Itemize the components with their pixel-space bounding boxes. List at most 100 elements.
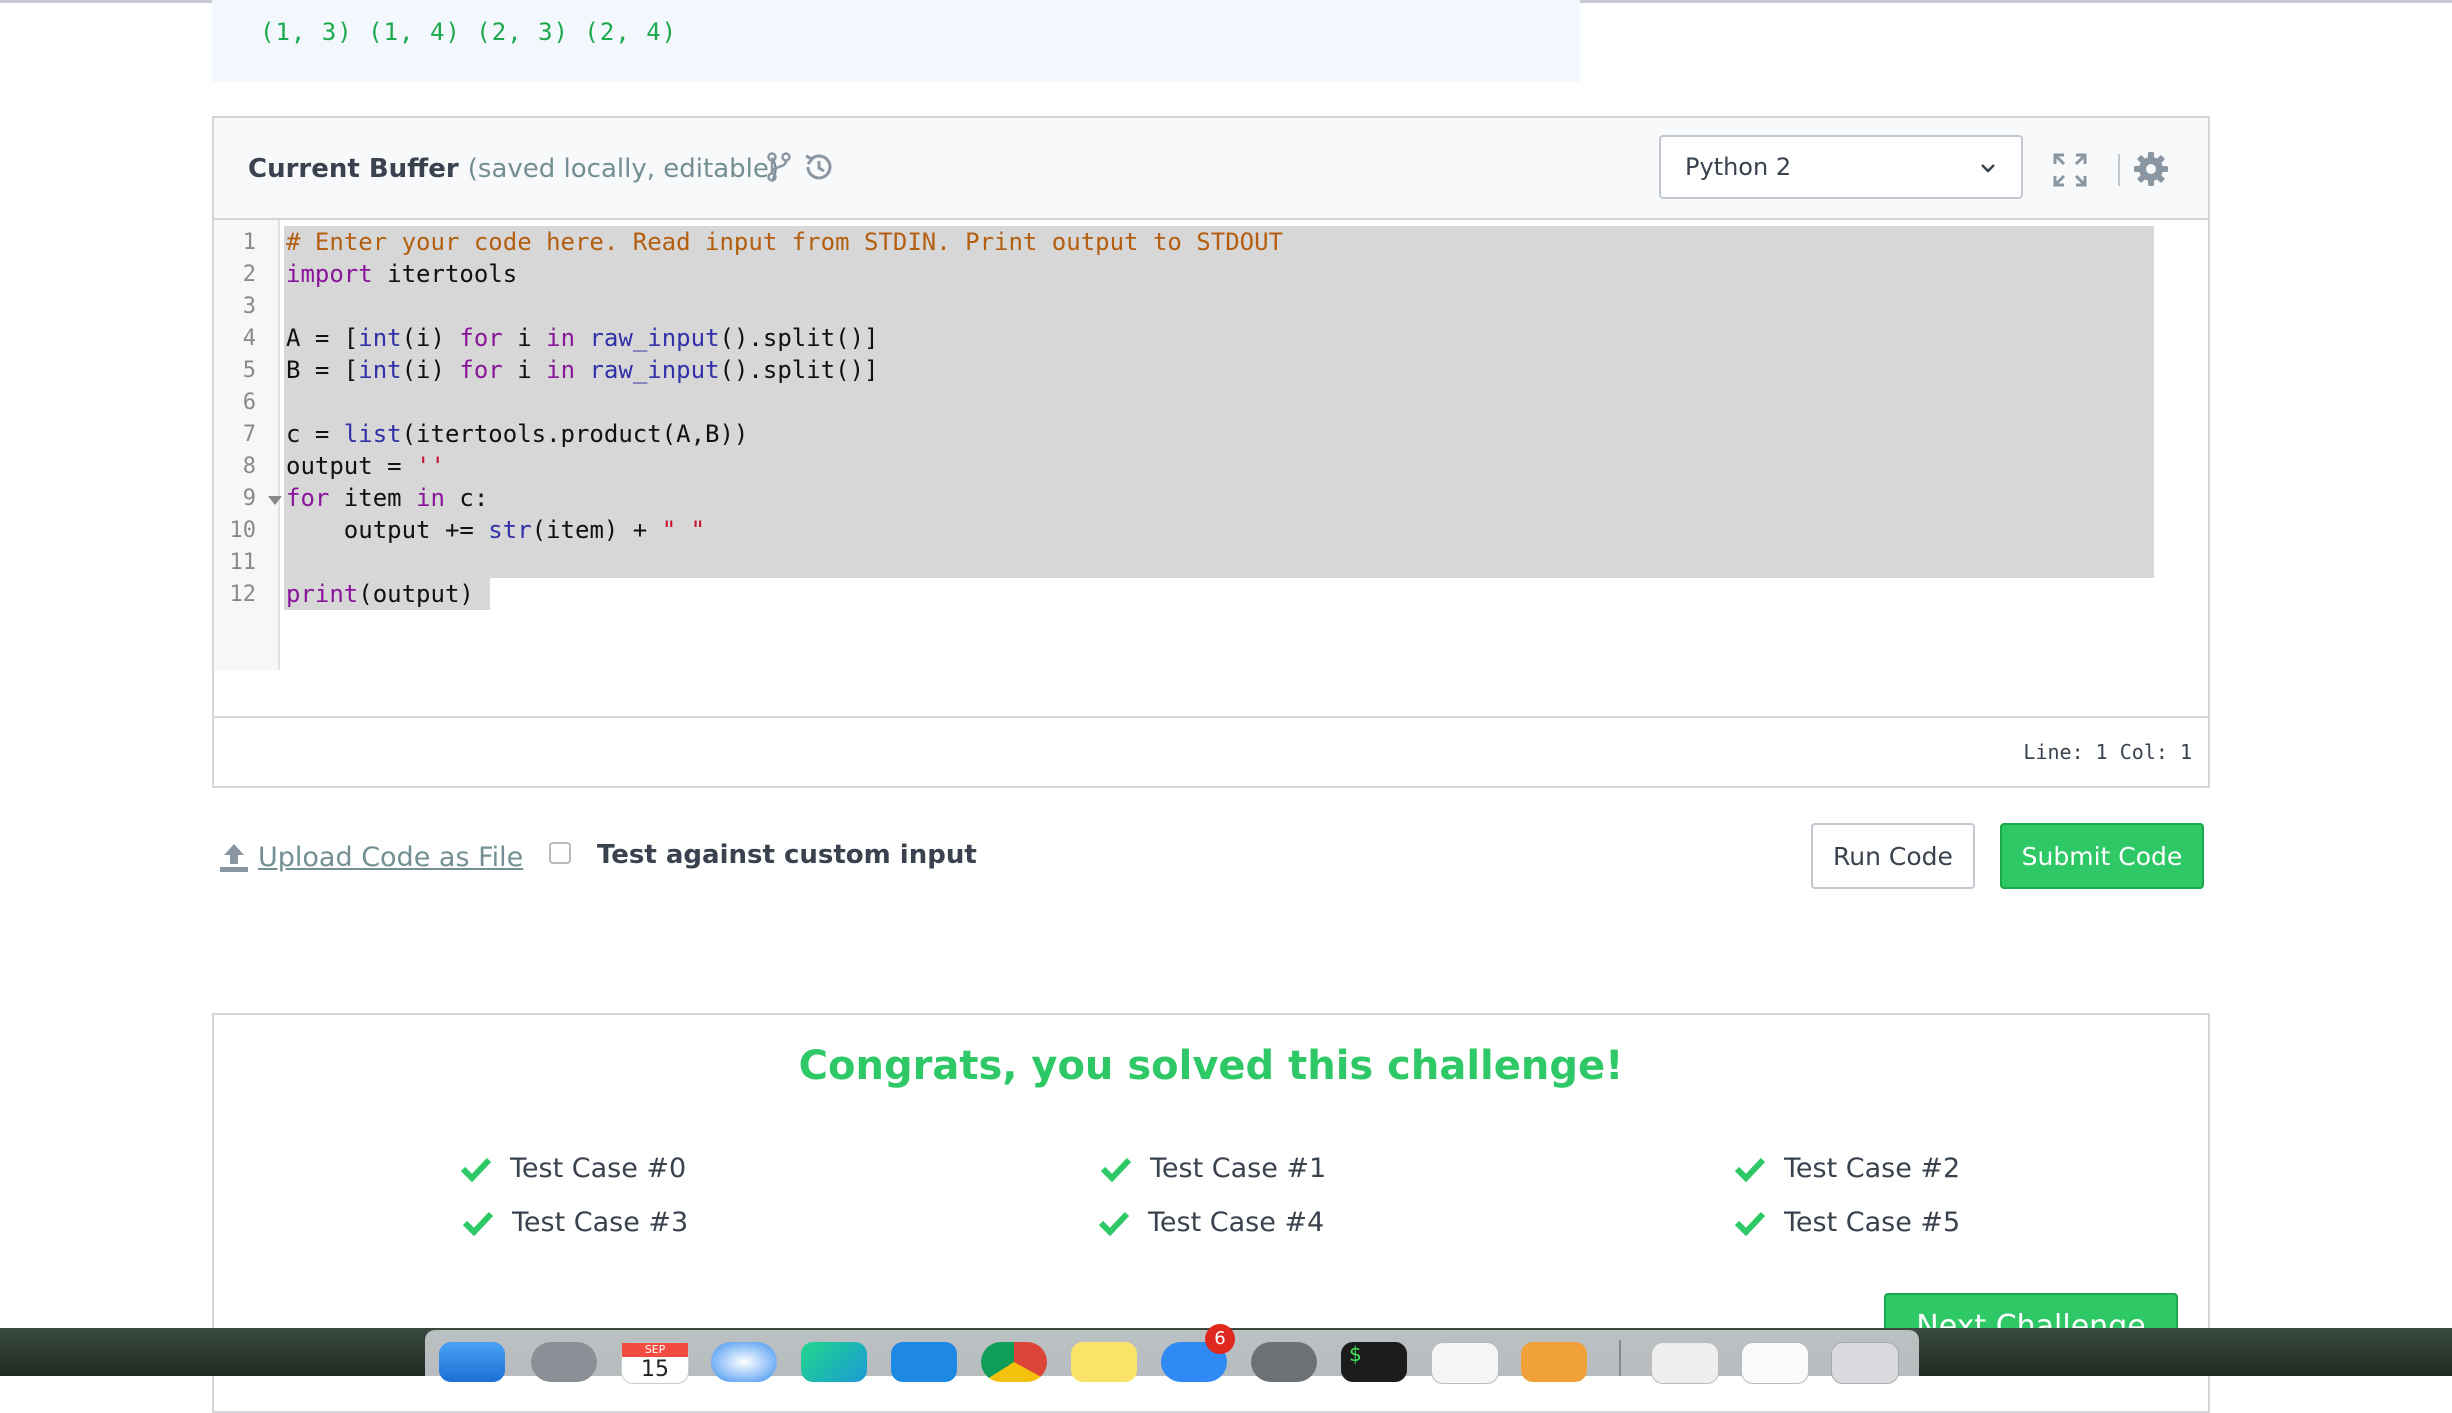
chevron-down-icon <box>1981 164 1995 173</box>
expected-output-panel: (1, 3) (1, 4) (2, 3) (2, 4) <box>212 0 1580 82</box>
language-select-value: Python 2 <box>1685 153 1792 181</box>
code-token: '' <box>416 452 445 480</box>
buffer-title: Current Buffer (saved locally, editable) <box>248 154 779 184</box>
calendar-day: 15 <box>641 1357 669 1382</box>
calendar-icon[interactable]: SEP 15 <box>621 1342 689 1384</box>
test-case-item[interactable]: Test Case #3 <box>462 1207 688 1238</box>
chrome-icon[interactable] <box>981 1342 1047 1382</box>
dock-separator <box>1619 1340 1621 1376</box>
app-icon[interactable] <box>891 1342 957 1382</box>
custom-input-label[interactable]: Test against custom input <box>597 840 977 870</box>
line-number: 5 <box>242 358 256 383</box>
terminal-icon[interactable]: $ <box>1341 1342 1407 1382</box>
code-line: # Enter your code here. Read input from … <box>286 228 1283 256</box>
line-number: 12 <box>229 582 257 607</box>
submit-code-button[interactable]: Submit Code <box>2000 823 2204 889</box>
line-number: 3 <box>242 294 256 319</box>
notification-badge: 6 <box>1205 1324 1235 1354</box>
code-token: print <box>286 580 359 608</box>
buffer-subtitle: (saved locally, editable) <box>467 154 779 184</box>
test-case-item[interactable]: Test Case #2 <box>1734 1153 1960 1184</box>
check-icon <box>1734 1157 1766 1182</box>
test-case-label: Test Case #2 <box>1784 1153 1961 1184</box>
code-line: c = list(itertools.product(A,B)) <box>286 420 749 448</box>
test-case-label: Test Case #3 <box>512 1207 689 1238</box>
test-case-item[interactable]: Test Case #0 <box>460 1153 686 1184</box>
code-token: int <box>358 356 402 384</box>
test-case-item[interactable]: Test Case #4 <box>1098 1207 1324 1238</box>
notes-icon[interactable] <box>1071 1342 1137 1382</box>
code-editor-panel: Current Buffer (saved locally, editable)… <box>212 116 2210 788</box>
safari-icon[interactable] <box>711 1342 777 1382</box>
test-case-item[interactable]: Test Case #5 <box>1734 1207 1960 1238</box>
code-line: for item in c: <box>286 484 489 512</box>
code-token: for <box>286 484 330 512</box>
custom-input-checkbox[interactable] <box>549 842 571 864</box>
history-icon[interactable] <box>802 150 836 184</box>
document-icon[interactable] <box>1741 1342 1809 1384</box>
language-select[interactable]: Python 2 <box>1659 135 2023 199</box>
line-number: 10 <box>229 518 257 543</box>
test-case-item[interactable]: Test Case #1 <box>1100 1153 1326 1184</box>
code-line: import itertools <box>286 260 518 288</box>
trash-icon[interactable] <box>1831 1342 1899 1384</box>
line-number: 7 <box>242 422 256 447</box>
line-number: 4 <box>242 326 256 351</box>
code-token: import <box>286 260 373 288</box>
code-token: in <box>546 356 576 384</box>
code-line: B = [int(i) for i in raw_input().split()… <box>286 356 879 384</box>
check-icon <box>1734 1211 1766 1236</box>
check-icon <box>1098 1211 1130 1236</box>
editor-status-bar: Line: 1 Col: 1 <box>214 716 2208 788</box>
cursor-position: Line: 1 Col: 1 <box>2023 740 2192 764</box>
line-number: 8 <box>242 454 256 479</box>
buffer-title-label: Current Buffer <box>248 154 459 184</box>
fold-arrow-icon[interactable] <box>268 496 282 505</box>
gear-icon[interactable] <box>2132 150 2170 188</box>
line-number: 9 <box>242 486 256 511</box>
check-icon <box>460 1157 492 1182</box>
code-token: in <box>416 484 445 512</box>
code-line: output += str(item) + " " <box>286 516 706 544</box>
line-number: 2 <box>242 262 256 287</box>
test-case-label: Test Case #1 <box>1150 1153 1327 1184</box>
test-case-label: Test Case #5 <box>1784 1207 1961 1238</box>
line-number: 11 <box>229 550 257 575</box>
upload-icon[interactable] <box>218 842 250 874</box>
code-token: # Enter your code here. Read input from … <box>286 228 1283 256</box>
branch-icon[interactable] <box>762 150 796 184</box>
system-preferences-icon[interactable] <box>1251 1342 1317 1382</box>
code-token: " " <box>661 516 706 544</box>
code-token: for <box>459 356 503 384</box>
code-line: print(output) <box>286 580 474 608</box>
run-code-button[interactable]: Run Code <box>1811 823 1975 889</box>
test-case-label: Test Case #0 <box>510 1153 687 1184</box>
code-token: for <box>459 324 503 352</box>
fullscreen-icon[interactable] <box>2052 152 2088 188</box>
code-line: output = '' <box>286 452 445 480</box>
line-number-gutter: 1 2 3 4 5 6 7 8 9 10 11 12 <box>214 220 280 670</box>
upload-code-link[interactable]: Upload Code as File <box>258 842 523 873</box>
success-message: Congrats, you solved this challenge! <box>798 1043 1624 1089</box>
pages-icon[interactable] <box>1521 1342 1587 1382</box>
header-divider <box>2118 154 2120 186</box>
document-icon[interactable] <box>1651 1342 1719 1384</box>
code-token: str <box>488 516 532 544</box>
finder-icon[interactable] <box>439 1342 505 1382</box>
code-token: list <box>343 420 402 448</box>
check-icon <box>462 1211 494 1236</box>
pycharm-icon[interactable] <box>801 1342 867 1382</box>
code-token: int <box>358 324 402 352</box>
launchpad-icon[interactable] <box>531 1342 597 1382</box>
dock: SEP 15 6 $ <box>425 1324 1919 1384</box>
calendar-month: SEP <box>622 1343 688 1357</box>
textedit-icon[interactable] <box>1431 1342 1499 1384</box>
test-case-label: Test Case #4 <box>1148 1207 1325 1238</box>
terminal-prompt: $ <box>1349 1342 1362 1366</box>
expected-output-text: (1, 3) (1, 4) (2, 3) (2, 4) <box>260 18 678 46</box>
editor-header: Current Buffer (saved locally, editable)… <box>214 118 2208 220</box>
line-number: 6 <box>242 390 256 415</box>
